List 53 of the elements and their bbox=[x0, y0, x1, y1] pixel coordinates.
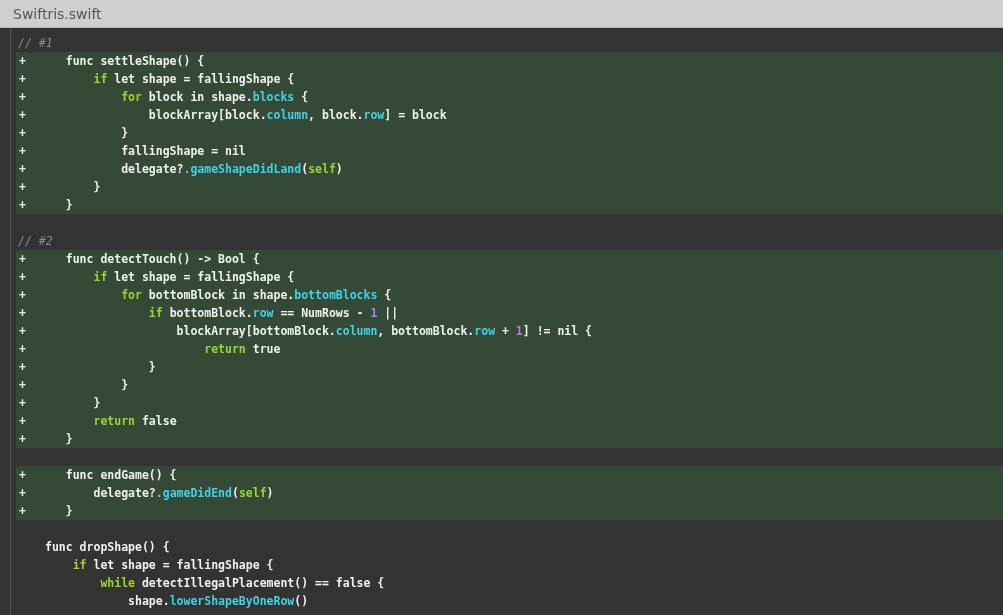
diff-marker: + bbox=[18, 342, 27, 356]
code-line: } bbox=[92, 179, 101, 195]
diff-marker: + bbox=[18, 90, 27, 104]
code-line: func dropShape() { bbox=[45, 539, 170, 555]
code-line: if let shape = fallingShape { bbox=[92, 71, 295, 87]
code-line: func detectTouch() -> Bool { bbox=[64, 251, 260, 267]
code-line: } bbox=[120, 125, 129, 141]
diff-marker: + bbox=[18, 396, 27, 410]
code-comment: // #1 bbox=[17, 35, 53, 51]
code-line: delegate?.gameDidEnd(self) bbox=[92, 485, 274, 501]
code-line: } bbox=[64, 503, 73, 519]
code-line: if let shape = fallingShape { bbox=[92, 269, 295, 285]
diff-marker: + bbox=[18, 468, 27, 482]
code-line: func settleShape() { bbox=[64, 53, 205, 69]
code-comment: // #2 bbox=[17, 233, 53, 249]
code-line: } bbox=[147, 359, 156, 375]
code-line: if let shape = fallingShape { bbox=[71, 557, 274, 573]
code-line: shape.lowerShapeByOneRow() bbox=[127, 593, 309, 609]
diff-marker: + bbox=[18, 180, 27, 194]
diff-marker: + bbox=[18, 324, 27, 338]
code-line: delegate?.gameShapeDidLand(self) bbox=[120, 161, 343, 177]
diff-marker: + bbox=[18, 306, 27, 320]
code-line: } bbox=[92, 395, 101, 411]
diff-marker: + bbox=[18, 162, 27, 176]
diff-marker: + bbox=[18, 288, 27, 302]
diff-marker: + bbox=[18, 414, 27, 428]
diff-marker: + bbox=[18, 198, 27, 212]
code-line: for bottomBlock in shape.bottomBlocks { bbox=[120, 287, 392, 303]
code-line: } bbox=[64, 431, 73, 447]
code-line: } bbox=[64, 197, 73, 213]
diff-marker: + bbox=[18, 270, 27, 284]
code-line: blockArray[block.column, block.row] = block bbox=[147, 107, 447, 123]
code-line: while detectIllegalPlacement() == false { bbox=[99, 575, 385, 591]
diff-marker: + bbox=[18, 378, 27, 392]
code-line: if bottomBlock.row == NumRows - 1 || bbox=[147, 305, 399, 321]
diff-marker: + bbox=[18, 72, 27, 86]
diff-marker: + bbox=[18, 108, 27, 122]
diff-marker: + bbox=[18, 432, 27, 446]
code-line: } bbox=[120, 377, 129, 393]
diff-marker: + bbox=[18, 54, 27, 68]
code-line: blockArray[bottomBlock.column, bottomBlock.row + 1] != nil { bbox=[175, 323, 593, 339]
file-name: Swiftris.swift bbox=[13, 5, 102, 22]
diff-marker: + bbox=[18, 486, 27, 500]
diff-marker: + bbox=[18, 360, 27, 374]
code-line: return true bbox=[203, 341, 281, 357]
code-line: for block in shape.blocks { bbox=[120, 89, 309, 105]
code-line: fallingShape = nil bbox=[120, 143, 246, 159]
code-line: func endGame() { bbox=[64, 467, 177, 483]
code-line: return false bbox=[92, 413, 177, 429]
diff-marker: + bbox=[18, 126, 27, 140]
diff-marker: + bbox=[18, 252, 27, 266]
diff-marker: + bbox=[18, 504, 27, 518]
diff-marker: + bbox=[18, 144, 27, 158]
